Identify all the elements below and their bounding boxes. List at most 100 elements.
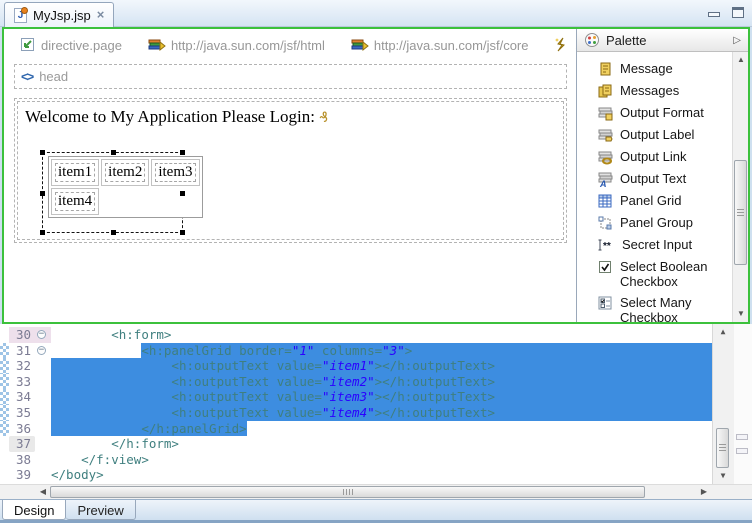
palette-item-output-label[interactable]: Output Label — [597, 124, 730, 146]
code-line[interactable]: 32 <h:outputText value="item1"></h:outpu… — [0, 358, 712, 374]
grid-cell[interactable]: item2 — [101, 159, 149, 186]
minimize-view-icon[interactable] — [708, 12, 720, 17]
source-editor[interactable]: 30− <h:form>31− <h:panelGrid border="1" … — [0, 324, 752, 484]
palette-item-panel-grid[interactable]: Panel Grid — [597, 190, 730, 212]
toolbar-item-directive-page[interactable]: directive.page — [20, 37, 122, 53]
overview-marker[interactable] — [736, 448, 748, 454]
overview-marker[interactable] — [736, 434, 748, 440]
line-number: 36 — [9, 421, 35, 437]
selection-handle[interactable] — [40, 191, 45, 196]
scrollbar-thumb[interactable] — [716, 428, 729, 468]
tab-design[interactable]: Design — [2, 500, 66, 520]
grid-cell[interactable]: item1 — [51, 159, 99, 186]
palette-item-panel-group[interactable]: Panel Group — [597, 212, 730, 234]
folding-column — [35, 405, 51, 421]
folding-column — [35, 374, 51, 390]
code-text[interactable]: <h:panelGrid border="1" columns="3"> — [51, 343, 712, 359]
scroll-up-icon[interactable]: ▲ — [734, 53, 748, 67]
palette-item-output-format[interactable]: Output Format — [597, 102, 730, 124]
select-boolean-checkbox-icon — [597, 259, 613, 275]
code-text[interactable]: <h:outputText value="item2"></h:outputTe… — [51, 374, 712, 390]
toolbar-item-label: http://java.sun.com/jsf/core — [374, 38, 529, 53]
tab-close-icon[interactable]: × — [97, 9, 105, 21]
output-text-item1[interactable]: item1 — [55, 163, 95, 182]
palette-list: Message Messages Output Format Output La… — [577, 52, 748, 322]
code-line[interactable]: 38 </f:view> — [0, 452, 712, 468]
code-line[interactable]: 35 <h:outputText value="item4"></h:outpu… — [0, 405, 712, 421]
code-line[interactable]: 37 </h:form> — [0, 436, 712, 452]
palette-item-select-many-checkbox[interactable]: Select Many Checkbox — [597, 292, 730, 322]
toolbar-item-label: http://java.sun.com/jsf/html — [171, 38, 325, 53]
palette-item-select-boolean-checkbox[interactable]: Select Boolean Checkbox — [597, 256, 730, 292]
quickdiff-marker — [0, 358, 9, 374]
code-text[interactable]: </h:panelGrid> — [51, 421, 712, 437]
code-text[interactable]: <h:outputText value="item4"></h:outputTe… — [51, 405, 712, 421]
design-canvas[interactable]: directive.page http://java.sun.com/jsf/h… — [4, 29, 576, 322]
source-horizontal-scrollbar[interactable]: ◀ ▶ — [0, 484, 752, 499]
head-element[interactable]: <> head — [14, 64, 567, 89]
palette-title: Palette — [606, 33, 646, 48]
output-text-item4[interactable]: item4 — [55, 192, 95, 211]
line-number: 35 — [9, 405, 35, 421]
fview-element[interactable]: Welcome to My Application Please Login: … — [14, 98, 567, 243]
scroll-down-icon[interactable]: ▼ — [734, 307, 748, 321]
form-element[interactable]: Welcome to My Application Please Login: … — [17, 101, 564, 240]
code-line[interactable]: 36 </h:panelGrid> — [0, 421, 712, 437]
toolbar-item-scriptlet[interactable]: scriptlet — [554, 37, 576, 53]
quickdiff-marker — [0, 343, 9, 359]
palette-scrollbar[interactable]: ▲ ▼ — [732, 52, 748, 322]
code-text[interactable]: <h:outputText value="item1"></h:outputTe… — [51, 358, 712, 374]
selection-handle[interactable] — [180, 191, 185, 196]
scroll-right-icon[interactable]: ▶ — [697, 485, 711, 499]
collapse-icon[interactable]: − — [37, 330, 46, 339]
scrollbar-thumb[interactable] — [50, 486, 645, 498]
selection-highlight — [495, 405, 712, 421]
source-vertical-scrollbar[interactable]: ▲ ▼ — [712, 324, 734, 484]
code-text[interactable]: </f:view> — [51, 452, 712, 468]
folding-column — [35, 436, 51, 452]
code-line[interactable]: 33 <h:outputText value="item2"></h:outpu… — [0, 374, 712, 390]
code-line[interactable]: 39</body> — [0, 467, 712, 483]
selection-handle[interactable] — [180, 150, 185, 155]
tab-preview[interactable]: Preview — [66, 500, 135, 520]
code-lines[interactable]: 30− <h:form>31− <h:panelGrid border="1" … — [0, 324, 712, 484]
selection-handle[interactable] — [111, 150, 116, 155]
toolbar-item-jsf-html[interactable]: http://java.sun.com/jsf/html — [148, 37, 325, 53]
select-many-checkbox-icon — [597, 295, 613, 311]
code-text[interactable]: <h:outputText value="item3"></h:outputTe… — [51, 389, 712, 405]
collapse-icon[interactable]: − — [37, 346, 46, 355]
selection-handle[interactable] — [40, 150, 45, 155]
code-line[interactable]: 34 <h:outputText value="item3"></h:outpu… — [0, 389, 712, 405]
palette-item-output-link[interactable]: Output Link — [597, 146, 730, 168]
selection-handle[interactable] — [180, 230, 185, 235]
panel-grid-selection[interactable]: item1 item2 item3 item4 — [42, 152, 183, 233]
toolbar-item-jsf-core[interactable]: http://java.sun.com/jsf/core — [351, 37, 529, 53]
palette-item-secret-input[interactable]: ** Secret Input — [597, 234, 730, 256]
overview-ruler[interactable] — [734, 324, 752, 484]
palette-view: Palette ▷ Message Messages Output Format… — [576, 29, 748, 322]
palette-header[interactable]: Palette ▷ — [577, 29, 748, 52]
code-line[interactable]: 30− <h:form> — [0, 327, 712, 343]
scroll-down-icon[interactable]: ▼ — [716, 469, 730, 483]
code-text[interactable]: <h:form> — [51, 327, 712, 343]
code-line[interactable]: 31− <h:panelGrid border="1" columns="3"> — [0, 343, 712, 359]
grid-cell[interactable]: item4 — [51, 188, 99, 215]
editor-tab-myjsp[interactable]: J MyJsp.jsp × — [4, 2, 114, 27]
code-text[interactable]: </h:form> — [51, 436, 712, 452]
output-text-item3[interactable]: item3 — [155, 163, 195, 182]
code-text[interactable]: </body> — [51, 467, 712, 483]
grid-cell[interactable]: item3 — [151, 159, 199, 186]
palette-item-message[interactable]: Message — [597, 58, 730, 80]
jsp-file-icon: J — [14, 8, 27, 23]
scrollbar-thumb[interactable] — [734, 160, 747, 265]
palette-item-messages[interactable]: Messages — [597, 80, 730, 102]
scroll-up-icon[interactable]: ▲ — [716, 325, 730, 339]
output-text-item2[interactable]: item2 — [105, 163, 145, 182]
scroll-left-icon[interactable]: ◀ — [36, 485, 50, 499]
selection-handle[interactable] — [111, 230, 116, 235]
panel-grid-table[interactable]: item1 item2 item3 item4 — [48, 156, 203, 218]
palette-expand-icon[interactable]: ▷ — [733, 35, 741, 46]
maximize-view-icon[interactable] — [732, 7, 744, 18]
selection-handle[interactable] — [40, 230, 45, 235]
palette-item-output-text[interactable]: A Output Text — [597, 168, 730, 190]
